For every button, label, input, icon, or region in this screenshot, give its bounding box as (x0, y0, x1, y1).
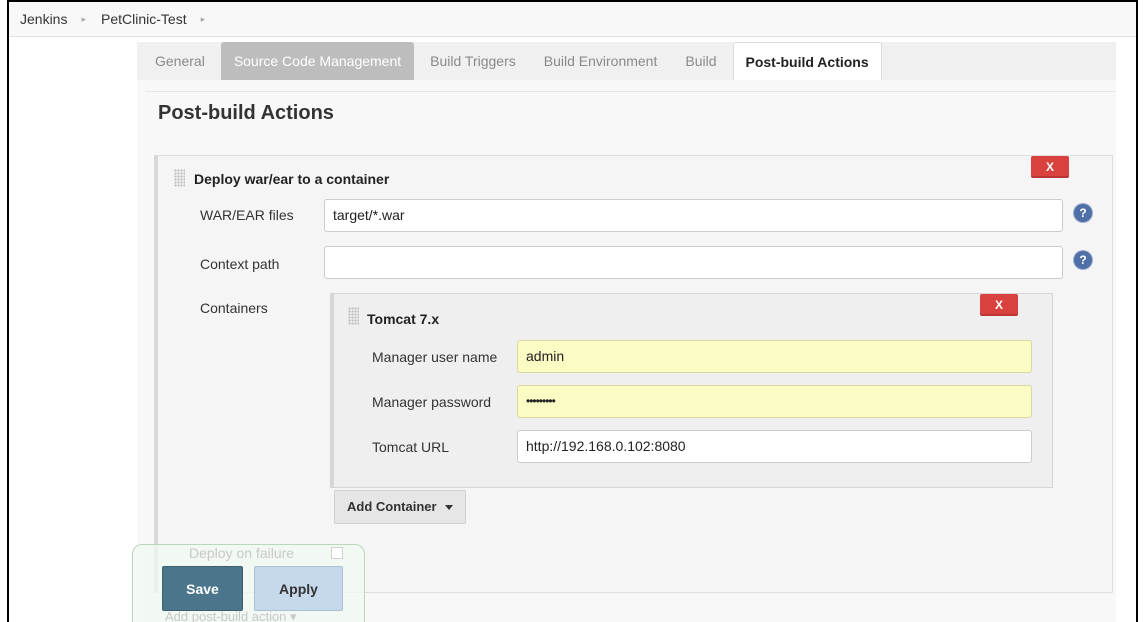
tab-build-environment[interactable]: Build Environment (532, 42, 670, 80)
war-files-input[interactable]: target/*.war (324, 199, 1063, 232)
war-files-label: WAR/EAR files (200, 207, 294, 223)
delete-deploy-button[interactable]: X (1031, 156, 1069, 178)
tab-general[interactable]: General (143, 42, 217, 80)
deploy-on-failure-label: Deploy on failure (189, 545, 295, 561)
context-path-input[interactable] (324, 246, 1063, 279)
help-icon[interactable]: ? (1074, 251, 1092, 269)
tomcat-container-block: X Tomcat 7.x Manager user name admin Man… (330, 293, 1053, 488)
breadcrumb-separator-icon[interactable]: ▸ (197, 14, 210, 25)
drag-handle-icon[interactable] (174, 169, 185, 187)
containers-label: Containers (200, 300, 268, 316)
chevron-down-icon (444, 505, 453, 511)
help-icon[interactable]: ? (1074, 204, 1092, 222)
breadcrumb-separator-icon[interactable]: ▸ (77, 14, 90, 25)
manager-password-label: Manager password (372, 394, 492, 410)
drag-handle-icon[interactable] (348, 307, 359, 325)
deploy-container-block: X Deploy war/ear to a container WAR/EAR … (154, 155, 1113, 593)
page-title: Post-build Actions (158, 102, 334, 124)
manager-password-input[interactable]: ••••••••• (517, 385, 1032, 418)
config-content: Post-build Actions X Deploy war/ear to a… (137, 80, 1116, 622)
tomcat-url-label: Tomcat URL (372, 439, 450, 455)
delete-container-button[interactable]: X (980, 294, 1018, 316)
tab-source-code-management[interactable]: Source Code Management (220, 42, 415, 80)
tab-build-triggers[interactable]: Build Triggers (418, 42, 528, 80)
tab-build[interactable]: Build (673, 42, 728, 80)
tab-post-build-actions[interactable]: Post-build Actions (732, 42, 882, 80)
config-tab-bar: General Source Code Management Build Tri… (137, 42, 1116, 81)
deploy-block-title: Deploy war/ear to a container (194, 171, 390, 187)
manager-user-label: Manager user name (372, 349, 498, 365)
add-container-button[interactable]: Add Container (334, 490, 466, 524)
breadcrumb-job[interactable]: PetClinic-Test (90, 11, 197, 27)
deploy-on-failure-checkbox[interactable] (331, 547, 343, 559)
add-container-label: Add Container (347, 499, 437, 514)
breadcrumb-jenkins[interactable]: Jenkins (9, 11, 77, 27)
tomcat-url-input[interactable]: http://192.168.0.102:8080 (517, 430, 1032, 463)
manager-user-input[interactable]: admin (517, 340, 1032, 373)
context-path-label: Context path (200, 256, 280, 272)
breadcrumb: Jenkins ▸ PetClinic-Test ▸ (9, 2, 1136, 37)
apply-button[interactable]: Apply (254, 566, 343, 611)
tomcat-block-title: Tomcat 7.x (367, 311, 440, 327)
section-divider (145, 91, 1116, 92)
save-button[interactable]: Save (162, 566, 243, 611)
jenkins-window: Jenkins ▸ PetClinic-Test ▸ General Sourc… (7, 0, 1138, 622)
